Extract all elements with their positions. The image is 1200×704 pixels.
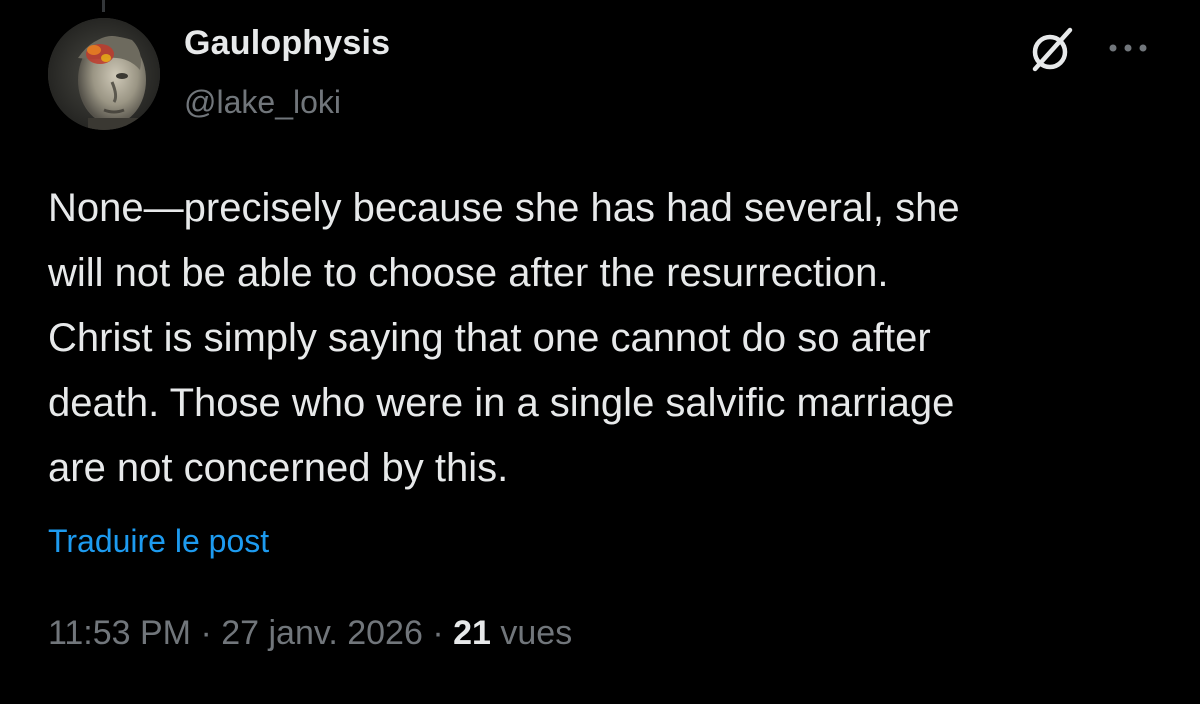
views-count[interactable]: 21 bbox=[453, 614, 491, 652]
more-dots-icon[interactable] bbox=[1106, 38, 1150, 58]
thread-connector-line bbox=[102, 0, 105, 12]
meta-separator: · bbox=[191, 614, 222, 652]
post-text: None—precisely because she has had sever… bbox=[48, 186, 960, 490]
translate-post-link[interactable]: Traduire le post bbox=[48, 523, 269, 560]
post-time[interactable]: 11:53 PM bbox=[48, 614, 191, 652]
author-display-name[interactable]: Gaulophysis bbox=[184, 24, 390, 63]
grok-icon[interactable] bbox=[1026, 24, 1078, 76]
views-label: vues bbox=[500, 614, 573, 652]
statue-head-avatar-icon bbox=[48, 18, 160, 130]
post-meta: 11:53 PM · 27 janv. 2026 · 21 vues bbox=[48, 614, 572, 653]
author-handle[interactable]: @lake_loki bbox=[184, 84, 341, 121]
avatar[interactable] bbox=[48, 18, 160, 130]
meta-separator: · bbox=[422, 614, 454, 652]
post-date[interactable]: 27 janv. 2026 bbox=[221, 614, 423, 652]
